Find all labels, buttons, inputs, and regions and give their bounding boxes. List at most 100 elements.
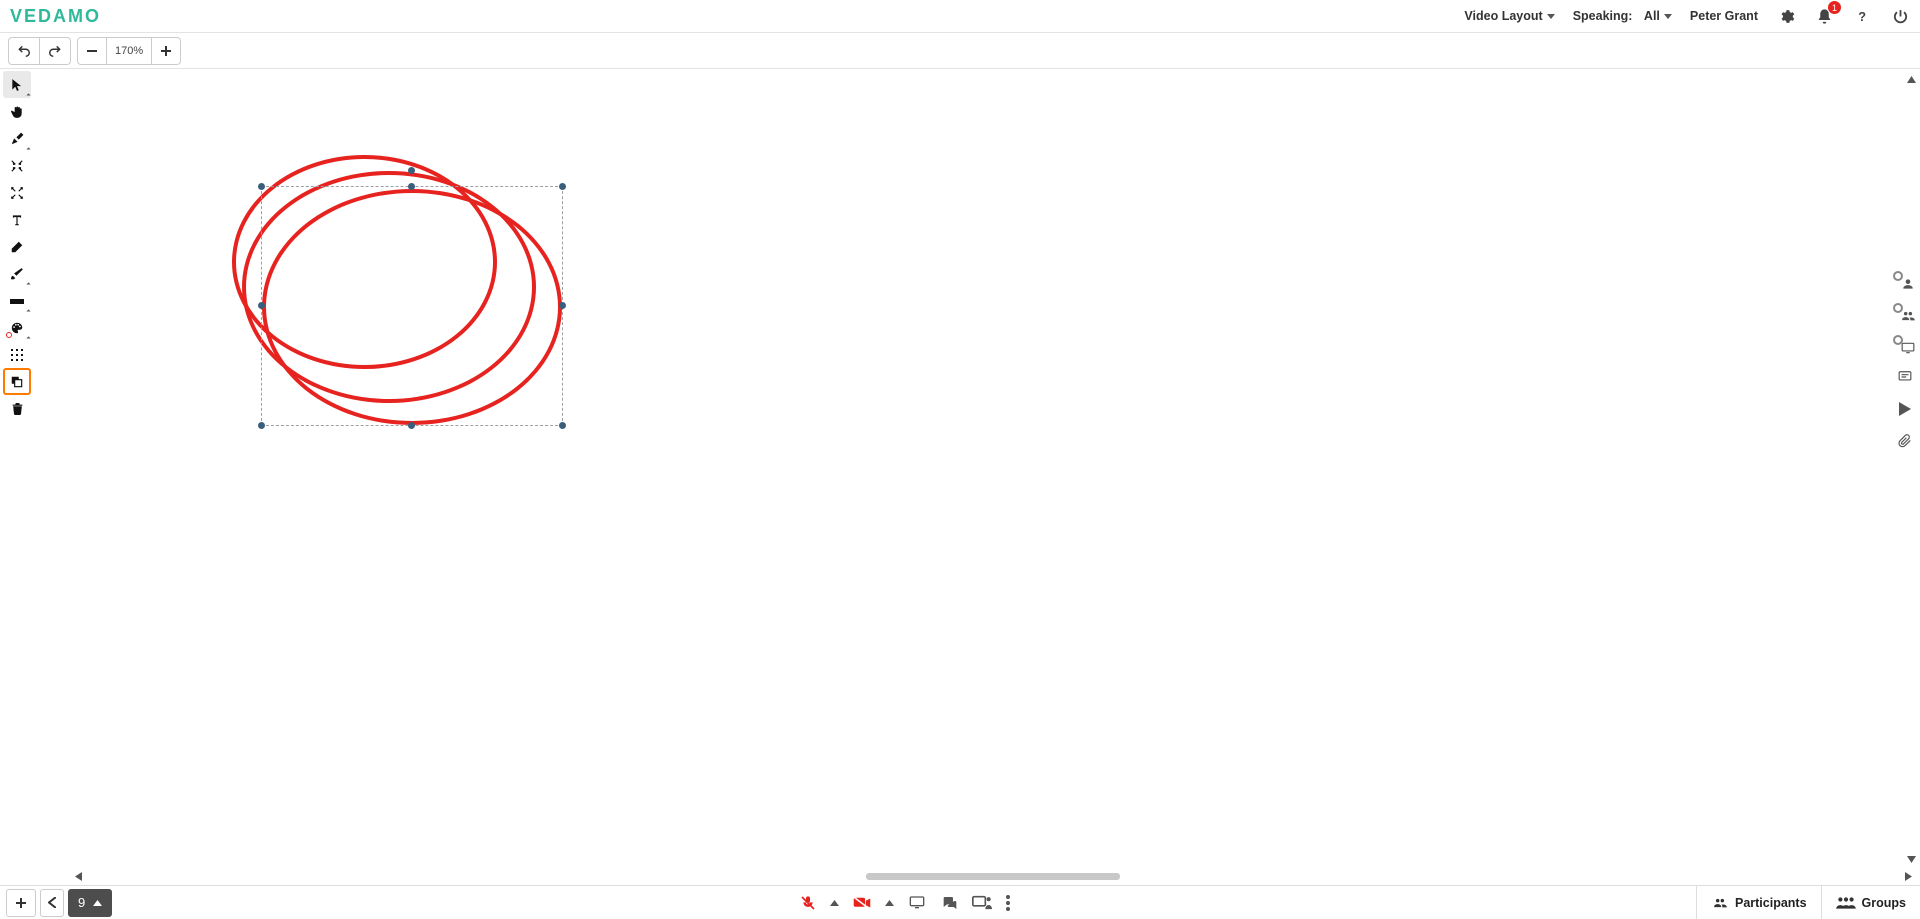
power-button[interactable] (1890, 6, 1910, 26)
palette-icon (10, 321, 24, 335)
eraser-tool[interactable] (3, 233, 31, 260)
zoom-level[interactable]: 170% (106, 38, 151, 64)
horizontal-scrollbar[interactable] (72, 869, 1914, 883)
plus-icon (160, 45, 172, 57)
scroll-left-icon[interactable] (72, 870, 84, 882)
grid-tool[interactable] (3, 341, 31, 368)
chat-panel-button[interactable] (1891, 365, 1919, 389)
more-options-button[interactable] (1006, 895, 1010, 911)
user-name[interactable]: Peter Grant (1690, 9, 1758, 23)
visibility-indicator-icon (1893, 271, 1903, 281)
resize-handle-ne[interactable] (559, 183, 566, 190)
delete-tool[interactable] (3, 395, 31, 422)
resize-handle-nw[interactable] (258, 183, 265, 190)
resize-handle-sw[interactable] (258, 422, 265, 429)
video-layout-label: Video Layout (1464, 9, 1542, 23)
ungroup-tool[interactable] (3, 179, 31, 206)
scroll-right-icon[interactable] (1902, 870, 1914, 882)
undo-button[interactable] (9, 38, 39, 64)
zoom-in-button[interactable] (151, 38, 180, 64)
resize-handle-e[interactable] (559, 302, 566, 309)
user-name-label: Peter Grant (1690, 9, 1758, 23)
share-screen-button[interactable] (908, 895, 926, 911)
svg-text:?: ? (1858, 8, 1866, 23)
speaking-dropdown[interactable]: Speaking: All (1573, 9, 1672, 23)
play-panel-button[interactable] (1891, 397, 1919, 421)
trash-icon (11, 402, 24, 416)
footer-left: 9 (0, 886, 114, 919)
question-icon: ? (1854, 8, 1871, 25)
resize-handle-se[interactable] (559, 422, 566, 429)
settings-button[interactable] (1776, 6, 1796, 26)
mic-toggle-button[interactable] (800, 894, 816, 912)
text-tool[interactable] (3, 206, 31, 233)
whiteboard-canvas[interactable] (34, 69, 1920, 885)
left-toolbar (0, 69, 34, 885)
power-icon (1892, 8, 1909, 25)
layers-tool[interactable] (3, 368, 31, 395)
submenu-caret-icon (26, 336, 30, 340)
color-tool[interactable] (3, 314, 31, 341)
camera-options-button[interactable] (885, 900, 894, 906)
footer-right: Participants Groups (1696, 886, 1920, 919)
chat-bubbles-icon (940, 895, 958, 911)
people-icon (1711, 896, 1729, 910)
present-button[interactable] (972, 895, 992, 910)
header-right: Video Layout Speaking: All Peter Grant 1… (1464, 6, 1910, 26)
footer-bar: 9 (0, 885, 1920, 919)
mic-options-button[interactable] (830, 900, 839, 906)
attach-panel-button[interactable] (1891, 429, 1919, 453)
view-screen-button[interactable] (1891, 333, 1919, 357)
video-layout-dropdown[interactable]: Video Layout (1464, 9, 1554, 23)
text-icon (10, 213, 24, 227)
plus-icon (15, 897, 27, 909)
selection-bounding-box[interactable] (261, 186, 563, 426)
scroll-thumb[interactable] (866, 873, 1121, 880)
groups-icon (1836, 896, 1856, 910)
people-icon (1900, 309, 1916, 323)
redo-button[interactable] (39, 38, 70, 64)
laser-pointer-tool[interactable] (3, 125, 31, 152)
caret-down-icon (1664, 14, 1672, 19)
submenu-caret-icon (26, 147, 30, 151)
hand-tool[interactable] (3, 98, 31, 125)
line-width-tool[interactable] (3, 287, 31, 314)
minus-icon (86, 45, 98, 57)
person-icon (1901, 277, 1915, 291)
chat-button[interactable] (940, 895, 958, 911)
scroll-down-icon[interactable] (1905, 853, 1917, 865)
app-header: VEDAMO Video Layout Speaking: All Peter … (0, 0, 1920, 33)
chevron-left-icon (48, 897, 56, 908)
brush-tool[interactable] (3, 260, 31, 287)
groups-panel-button[interactable]: Groups (1821, 886, 1920, 919)
zoom-out-button[interactable] (78, 38, 106, 64)
canvas-toolbar: 170% (0, 33, 1920, 69)
grid-icon (10, 348, 24, 362)
resize-handle-n[interactable] (408, 183, 415, 190)
caret-up-icon (885, 900, 894, 906)
select-tool[interactable] (3, 71, 31, 98)
rotate-handle[interactable] (408, 167, 415, 174)
group-in-icon (10, 159, 24, 173)
page-selector[interactable]: 9 (68, 889, 112, 917)
submenu-caret-icon (26, 282, 30, 286)
camera-toggle-button[interactable] (853, 896, 871, 910)
group-tool[interactable] (3, 152, 31, 179)
caret-up-icon (830, 900, 839, 906)
participants-panel-button[interactable]: Participants (1696, 886, 1821, 919)
help-button[interactable]: ? (1852, 6, 1872, 26)
view-group-button[interactable] (1891, 301, 1919, 325)
add-page-button[interactable] (6, 889, 36, 917)
scroll-up-icon[interactable] (1905, 73, 1917, 85)
notifications-button[interactable]: 1 (1814, 6, 1834, 26)
scroll-track[interactable] (84, 871, 1902, 881)
paperclip-icon (1898, 433, 1912, 449)
view-person-button[interactable] (1891, 269, 1919, 293)
resize-handle-s[interactable] (408, 422, 415, 429)
vertical-scrollbar[interactable] (1904, 73, 1918, 865)
resize-handle-w[interactable] (258, 302, 265, 309)
prev-page-button[interactable] (40, 889, 64, 917)
more-vertical-icon (1006, 895, 1010, 911)
groups-label: Groups (1862, 896, 1906, 910)
gear-icon (1778, 8, 1795, 25)
